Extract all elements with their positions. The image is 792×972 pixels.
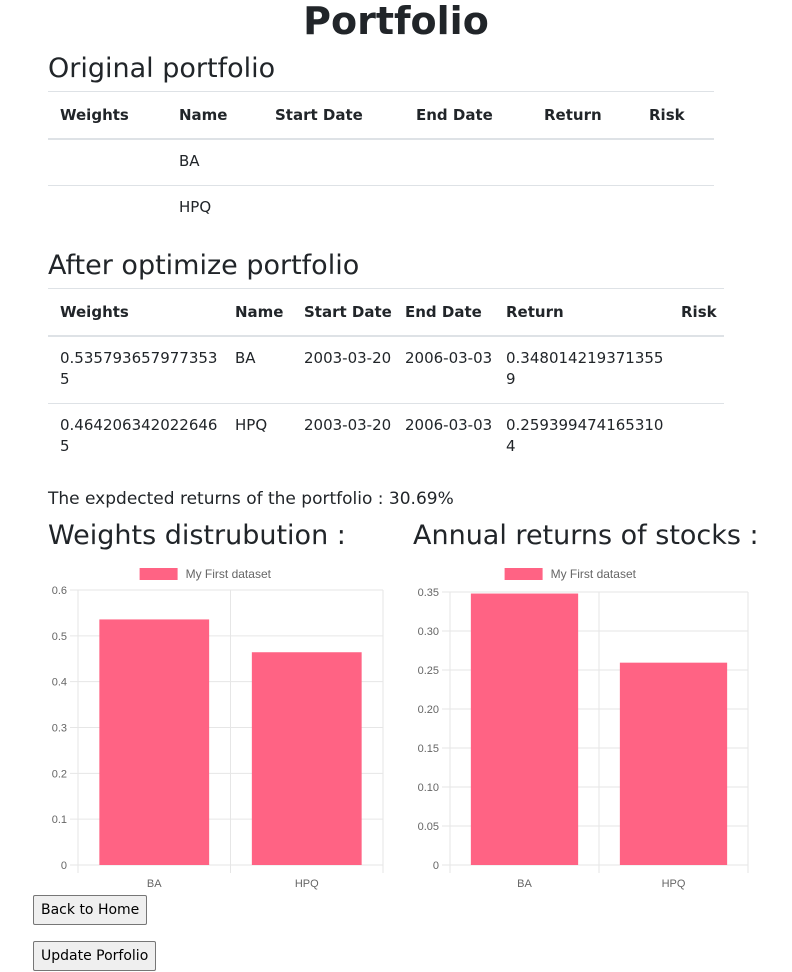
y-tick-label: 0: [61, 860, 67, 872]
table-cell-start-date: 2003-03-20: [292, 335, 393, 404]
expected-returns-label: The expdected returns of the portfolio :: [48, 489, 389, 509]
y-tick-label: 0.3: [52, 723, 67, 735]
table-row: HPQ: [48, 185, 714, 233]
column-header-end-date: End Date: [393, 288, 494, 337]
bar: [99, 619, 210, 865]
table-cell-name: HPQ: [223, 403, 292, 472]
table-cell-end-date: [404, 138, 532, 186]
column-header-weights: Weights: [48, 91, 167, 140]
table-header-row: Weights Name Start Date End Date Return …: [48, 288, 724, 337]
legend-swatch: [139, 568, 178, 580]
y-tick-label: 0.15: [418, 743, 439, 755]
y-tick-label: 0.30: [418, 626, 439, 638]
original-portfolio-heading: Original portfolio: [48, 53, 276, 84]
page-title: Portfolio: [303, 0, 489, 43]
y-tick-label: 0.10: [418, 782, 439, 794]
table-cell-end-date: [404, 185, 532, 233]
table-row: BA: [48, 138, 714, 186]
y-tick-label: 0.1: [52, 814, 67, 826]
y-tick-label: 0.35: [418, 587, 439, 599]
table-cell-return: [532, 185, 637, 233]
x-tick-label: BA: [147, 878, 162, 890]
table-cell-risk: [669, 403, 724, 472]
table-row: 0.5357936579773535 BA 2003-03-20 2006-03…: [48, 335, 724, 404]
table-cell-name: BA: [167, 138, 263, 186]
column-header-risk: Risk: [637, 91, 714, 140]
table-cell-end-date: 2006-03-03: [393, 403, 494, 472]
expected-returns-value: 30.69%: [388, 489, 454, 509]
table-cell-return: [532, 138, 637, 186]
table-cell-weights: [48, 138, 167, 186]
column-header-name: Name: [167, 91, 263, 140]
table-cell-risk: [637, 185, 714, 233]
column-header-start-date: Start Date: [263, 91, 404, 140]
back-to-home-button[interactable]: Back to Home: [33, 895, 148, 925]
table-header-row: Weights Name Start Date End Date Return …: [48, 91, 714, 140]
update-portfolio-button[interactable]: Update Porfolio: [33, 941, 157, 971]
table-cell-start-date: [263, 185, 404, 233]
table-cell-return: 0.2593994741653104: [494, 403, 669, 472]
y-tick-label: 0.25: [418, 665, 439, 677]
table-cell-risk: [669, 335, 724, 404]
column-header-return: Return: [532, 91, 637, 140]
table-cell-start-date: [263, 138, 404, 186]
legend-label: My First dataset: [551, 567, 637, 581]
y-tick-label: 0.20: [418, 704, 439, 716]
table-cell-return: 0.3480142193713559: [494, 335, 669, 404]
y-tick-label: 0.5: [52, 631, 67, 643]
table-cell-end-date: 2006-03-03: [393, 335, 494, 404]
column-header-name: Name: [223, 288, 292, 337]
y-tick-label: 0.05: [418, 821, 439, 833]
legend-swatch: [504, 568, 543, 580]
portfolio-page: Portfolio Original portfolio Weights Nam…: [0, 0, 792, 972]
returns-chart-title: Annual returns of stocks :: [413, 520, 759, 551]
expected-returns-text: The expdected returns of the portfolio :…: [48, 487, 454, 511]
table-cell-weights: [48, 185, 167, 233]
table-cell-name: HPQ: [167, 185, 263, 233]
optimized-portfolio-table: Weights Name Start Date End Date Return …: [48, 288, 724, 472]
x-tick-label: BA: [517, 878, 532, 890]
table-row: 0.4642063420226465 HPQ 2003-03-20 2006-0…: [48, 403, 724, 472]
table-cell-weights: 0.4642063420226465: [48, 403, 223, 472]
bar: [470, 593, 579, 865]
column-header-weights: Weights: [48, 288, 223, 337]
bar: [251, 652, 362, 865]
original-portfolio-table: Weights Name Start Date End Date Return …: [48, 91, 714, 233]
column-header-end-date: End Date: [404, 91, 532, 140]
column-header-risk: Risk: [669, 288, 724, 337]
table-cell-weights: 0.5357936579773535: [48, 335, 223, 404]
weights-chart-title: Weights distrubution :: [48, 520, 346, 551]
y-tick-label: 0.6: [52, 585, 67, 597]
x-tick-label: HPQ: [662, 878, 686, 890]
legend-label: My First dataset: [186, 567, 272, 581]
y-tick-label: 0: [433, 860, 439, 872]
table-cell-risk: [637, 138, 714, 186]
weights-bar-chart: My First dataset 0 0.1 0.2 0.3 0.4 0.5 0.6 BA HPQ: [52, 567, 384, 890]
optimized-portfolio-heading: After optimize portfolio: [48, 250, 360, 281]
column-header-start-date: Start Date: [292, 288, 393, 337]
bar: [619, 662, 728, 865]
column-header-return: Return: [494, 288, 669, 337]
table-cell-start-date: 2003-03-20: [292, 403, 393, 472]
x-tick-label: HPQ: [295, 878, 319, 890]
y-tick-label: 0.4: [52, 677, 67, 689]
returns-bar-chart: My First dataset 0 0.05 0.10 0.15 0.20 0.25 0.3…: [418, 567, 749, 890]
y-tick-label: 0.2: [52, 768, 67, 780]
table-cell-name: BA: [223, 335, 292, 404]
